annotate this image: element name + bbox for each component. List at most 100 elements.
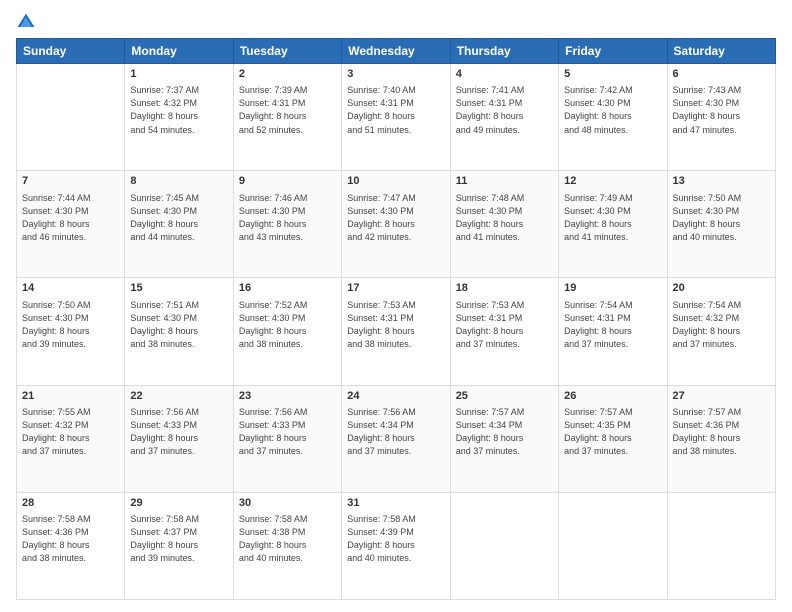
day-number: 7 (22, 174, 119, 189)
page: SundayMondayTuesdayWednesdayThursdayFrid… (0, 0, 792, 612)
day-info: Sunrise: 7:56 AM Sunset: 4:34 PM Dayligh… (347, 406, 444, 458)
day-header-thursday: Thursday (450, 39, 558, 64)
day-info: Sunrise: 7:50 AM Sunset: 4:30 PM Dayligh… (22, 299, 119, 351)
calendar-cell (17, 64, 125, 171)
day-number: 21 (22, 389, 119, 404)
calendar-cell: 26Sunrise: 7:57 AM Sunset: 4:35 PM Dayli… (559, 385, 667, 492)
day-header-sunday: Sunday (17, 39, 125, 64)
day-number: 4 (456, 67, 553, 82)
calendar-cell: 21 Sunrise: 7:55 AM Sunset: 4:32 PM Dayli… (17, 385, 125, 492)
day-info: Sunrise: 7:58 AM Sunset: 4:39 PM Dayligh… (347, 513, 444, 565)
calendar-cell (667, 492, 775, 599)
day-number: 10 (347, 174, 444, 189)
week-row-4: 21 Sunrise: 7:55 AM Sunset: 4:32 PM Dayli… (17, 385, 776, 492)
day-header-saturday: Saturday (667, 39, 775, 64)
day-info: Sunrise: 7:53 AM Sunset: 4:31 PM Dayligh… (347, 299, 444, 351)
day-info: Sunrise: 7:41 AM Sunset: 4:31 PM Dayligh… (456, 84, 553, 136)
day-info: Sunrise: 7:39 AM Sunset: 4:31 PM Dayligh… (239, 84, 336, 136)
calendar-cell: 24 Sunrise: 7:56 AM Sunset: 4:34 PM Dayli… (342, 385, 450, 492)
calendar-cell: 30 Sunrise: 7:58 AM Sunset: 4:38 PM Dayli… (233, 492, 341, 599)
day-info: Sunrise: 7:57 AM Sunset: 4:36 PM Dayligh… (673, 406, 770, 458)
day-number: 9 (239, 174, 336, 189)
day-header-friday: Friday (559, 39, 667, 64)
day-number: 5 (564, 67, 661, 82)
calendar-body: 1 Sunrise: 7:37 AM Sunset: 4:32 PM Daylig… (17, 64, 776, 600)
day-header-tuesday: Tuesday (233, 39, 341, 64)
day-number: 22 (130, 389, 227, 404)
day-number: 2 (239, 67, 336, 82)
day-number: 30 (239, 496, 336, 511)
header (16, 12, 776, 32)
day-info: Sunrise: 7:58 AM Sunset: 4:38 PM Dayligh… (239, 513, 336, 565)
day-info: Sunrise: 7:45 AM Sunset: 4:30 PM Dayligh… (130, 192, 227, 244)
calendar-cell: 2 Sunrise: 7:39 AM Sunset: 4:31 PM Daylig… (233, 64, 341, 171)
day-number: 17 (347, 281, 444, 296)
calendar-cell: 25 Sunrise: 7:57 AM Sunset: 4:34 PM Dayli… (450, 385, 558, 492)
day-info: Sunrise: 7:43 AM Sunset: 4:30 PM Dayligh… (673, 84, 770, 136)
calendar-cell: 19Sunrise: 7:54 AM Sunset: 4:31 PM Dayli… (559, 278, 667, 385)
day-info: Sunrise: 7:52 AM Sunset: 4:30 PM Dayligh… (239, 299, 336, 351)
calendar-cell: 9Sunrise: 7:46 AM Sunset: 4:30 PM Daylig… (233, 171, 341, 278)
day-number: 14 (22, 281, 119, 296)
day-info: Sunrise: 7:53 AM Sunset: 4:31 PM Dayligh… (456, 299, 553, 351)
day-header-wednesday: Wednesday (342, 39, 450, 64)
day-info: Sunrise: 7:37 AM Sunset: 4:32 PM Dayligh… (130, 84, 227, 136)
day-number: 29 (130, 496, 227, 511)
day-info: Sunrise: 7:58 AM Sunset: 4:37 PM Dayligh… (130, 513, 227, 565)
day-info: Sunrise: 7:54 AM Sunset: 4:31 PM Dayligh… (564, 299, 661, 351)
header-row: SundayMondayTuesdayWednesdayThursdayFrid… (17, 39, 776, 64)
calendar-cell: 3Sunrise: 7:40 AM Sunset: 4:31 PM Daylig… (342, 64, 450, 171)
calendar-header: SundayMondayTuesdayWednesdayThursdayFrid… (17, 39, 776, 64)
day-info: Sunrise: 7:47 AM Sunset: 4:30 PM Dayligh… (347, 192, 444, 244)
logo (16, 12, 40, 32)
calendar-cell: 7 Sunrise: 7:44 AM Sunset: 4:30 PM Daylig… (17, 171, 125, 278)
calendar-cell: 23 Sunrise: 7:56 AM Sunset: 4:33 PM Dayli… (233, 385, 341, 492)
calendar-cell: 8 Sunrise: 7:45 AM Sunset: 4:30 PM Daylig… (125, 171, 233, 278)
day-info: Sunrise: 7:40 AM Sunset: 4:31 PM Dayligh… (347, 84, 444, 136)
calendar-cell: 4 Sunrise: 7:41 AM Sunset: 4:31 PM Daylig… (450, 64, 558, 171)
day-info: Sunrise: 7:56 AM Sunset: 4:33 PM Dayligh… (239, 406, 336, 458)
day-info: Sunrise: 7:56 AM Sunset: 4:33 PM Dayligh… (130, 406, 227, 458)
calendar-cell: 1 Sunrise: 7:37 AM Sunset: 4:32 PM Daylig… (125, 64, 233, 171)
day-number: 27 (673, 389, 770, 404)
day-number: 15 (130, 281, 227, 296)
logo-icon (16, 12, 36, 32)
calendar-cell: 15Sunrise: 7:51 AM Sunset: 4:30 PM Dayli… (125, 278, 233, 385)
day-number: 20 (673, 281, 770, 296)
day-info: Sunrise: 7:57 AM Sunset: 4:34 PM Dayligh… (456, 406, 553, 458)
day-number: 1 (130, 67, 227, 82)
day-number: 31 (347, 496, 444, 511)
calendar-cell: 13 Sunrise: 7:50 AM Sunset: 4:30 PM Dayli… (667, 171, 775, 278)
calendar-cell: 12Sunrise: 7:49 AM Sunset: 4:30 PM Dayli… (559, 171, 667, 278)
calendar-cell: 18Sunrise: 7:53 AM Sunset: 4:31 PM Dayli… (450, 278, 558, 385)
calendar-cell: 10 Sunrise: 7:47 AM Sunset: 4:30 PM Dayli… (342, 171, 450, 278)
calendar-cell: 28Sunrise: 7:58 AM Sunset: 4:36 PM Dayli… (17, 492, 125, 599)
day-number: 12 (564, 174, 661, 189)
week-row-2: 7 Sunrise: 7:44 AM Sunset: 4:30 PM Daylig… (17, 171, 776, 278)
calendar: SundayMondayTuesdayWednesdayThursdayFrid… (16, 38, 776, 600)
calendar-cell: 17 Sunrise: 7:53 AM Sunset: 4:31 PM Dayli… (342, 278, 450, 385)
day-info: Sunrise: 7:44 AM Sunset: 4:30 PM Dayligh… (22, 192, 119, 244)
day-info: Sunrise: 7:50 AM Sunset: 4:30 PM Dayligh… (673, 192, 770, 244)
day-info: Sunrise: 7:55 AM Sunset: 4:32 PM Dayligh… (22, 406, 119, 458)
day-number: 24 (347, 389, 444, 404)
week-row-5: 28Sunrise: 7:58 AM Sunset: 4:36 PM Dayli… (17, 492, 776, 599)
day-number: 25 (456, 389, 553, 404)
day-number: 11 (456, 174, 553, 189)
day-number: 23 (239, 389, 336, 404)
day-info: Sunrise: 7:57 AM Sunset: 4:35 PM Dayligh… (564, 406, 661, 458)
calendar-cell: 11 Sunrise: 7:48 AM Sunset: 4:30 PM Dayli… (450, 171, 558, 278)
calendar-cell: 14 Sunrise: 7:50 AM Sunset: 4:30 PM Dayli… (17, 278, 125, 385)
week-row-1: 1 Sunrise: 7:37 AM Sunset: 4:32 PM Daylig… (17, 64, 776, 171)
calendar-cell: 20 Sunrise: 7:54 AM Sunset: 4:32 PM Dayli… (667, 278, 775, 385)
calendar-cell: 22 Sunrise: 7:56 AM Sunset: 4:33 PM Dayli… (125, 385, 233, 492)
day-header-monday: Monday (125, 39, 233, 64)
day-number: 16 (239, 281, 336, 296)
calendar-cell: 16 Sunrise: 7:52 AM Sunset: 4:30 PM Dayli… (233, 278, 341, 385)
day-info: Sunrise: 7:48 AM Sunset: 4:30 PM Dayligh… (456, 192, 553, 244)
day-number: 13 (673, 174, 770, 189)
week-row-3: 14 Sunrise: 7:50 AM Sunset: 4:30 PM Dayli… (17, 278, 776, 385)
day-info: Sunrise: 7:54 AM Sunset: 4:32 PM Dayligh… (673, 299, 770, 351)
day-number: 6 (673, 67, 770, 82)
day-number: 8 (130, 174, 227, 189)
